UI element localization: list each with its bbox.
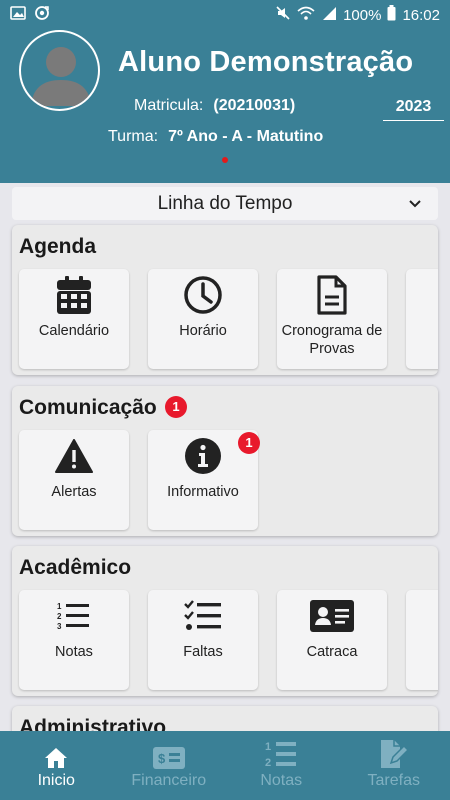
image-icon [10, 6, 26, 24]
section-title: Agenda [19, 235, 97, 258]
partial-card[interactable] [406, 269, 438, 369]
svg-text:1: 1 [265, 741, 271, 753]
clock-icon [148, 275, 258, 315]
nav-label: Tarefas [367, 772, 420, 789]
turma: Turma: 7º Ano - A - Matutino [108, 128, 323, 146]
cronograma-provas-label: Cronograma de Provas [281, 323, 383, 357]
horario-button[interactable]: Horário [148, 269, 258, 369]
nav-notas[interactable]: 1 2 Notas [225, 731, 338, 800]
battery-icon [387, 5, 396, 25]
svg-text:1: 1 [57, 602, 62, 611]
nav-label: Notas [260, 772, 303, 789]
partial-card[interactable] [406, 590, 438, 690]
informativo-button[interactable]: Informativo 1 [148, 430, 260, 530]
section-agenda: Agenda Calendário Horário Cronograma de … [12, 225, 438, 375]
section-academico: Acadêmico 1 2 3 Notas Faltas Catraca [12, 546, 438, 696]
timeline-dropdown[interactable]: Linha do Tempo [12, 187, 438, 220]
profile-header: Aluno Demonstração Matricula: (20210031) … [0, 30, 450, 183]
catraca-button[interactable]: Catraca [277, 590, 387, 690]
id-card-icon [277, 596, 387, 636]
mute-icon [275, 5, 291, 25]
calendar-icon [19, 275, 129, 315]
catraca-label: Catraca [306, 644, 358, 660]
home-icon [0, 731, 113, 771]
student-name: Aluno Demonstração [118, 46, 414, 78]
nav-inicio[interactable]: Inicio [0, 731, 113, 800]
matricula: Matricula: (20210031) [134, 97, 295, 115]
sync-icon [34, 5, 50, 25]
nav-financeiro[interactable]: $ Financeiro [113, 731, 226, 800]
matricula-value: (20210031) [213, 97, 296, 114]
year-selector[interactable]: 2023 [383, 98, 444, 121]
notas-button[interactable]: 1 2 3 Notas [19, 590, 129, 690]
faltas-button[interactable]: Faltas [148, 590, 258, 690]
clock: 16:02 [402, 6, 440, 24]
warning-icon [19, 436, 129, 476]
svg-text:2: 2 [57, 612, 62, 621]
avatar[interactable] [19, 30, 100, 111]
file-edit-icon [338, 731, 450, 771]
status-bar: 100% 16:02 [0, 0, 450, 30]
chevron-down-icon [408, 195, 422, 217]
page-indicator-dot [222, 157, 228, 163]
turma-label: Turma: [108, 128, 159, 145]
numbered-list-icon: 1 2 3 [19, 596, 129, 636]
nav-label: Financeiro [131, 772, 207, 789]
battery-percent: 100% [343, 6, 382, 24]
document-icon [277, 275, 387, 315]
money-icon: $ [113, 731, 226, 771]
matricula-label: Matricula: [134, 97, 204, 114]
bottom-nav: Inicio $ Financeiro 1 2 Notas Tarefas [0, 731, 450, 800]
svg-text:$: $ [158, 751, 166, 766]
calendario-button[interactable]: Calendário [19, 269, 129, 369]
horario-label: Horário [179, 323, 227, 339]
notification-badge: 1 [238, 432, 260, 454]
signal-icon [321, 5, 337, 25]
turma-value: 7º Ano - A - Matutino [168, 128, 324, 145]
cronograma-provas-button[interactable]: Cronograma de Provas [277, 269, 387, 369]
nav-tarefas[interactable]: Tarefas [338, 731, 450, 800]
informativo-label: Informativo [167, 484, 239, 500]
notification-badge: 1 [165, 396, 187, 418]
notas-label: Notas [55, 644, 93, 660]
section-title: Acadêmico [19, 556, 132, 579]
faltas-label: Faltas [183, 644, 223, 660]
section-comunicacao: Comunicação 1 Alertas Informativo 1 [12, 386, 438, 536]
alertas-button[interactable]: Alertas [19, 430, 129, 530]
nav-label: Inicio [37, 772, 75, 789]
checklist-icon [148, 596, 258, 636]
svg-text:3: 3 [57, 622, 62, 631]
svg-text:2: 2 [265, 757, 271, 769]
numbered-list-icon: 1 2 [225, 731, 338, 771]
alertas-label: Alertas [51, 484, 97, 500]
calendario-label: Calendário [38, 323, 110, 339]
timeline-label: Linha do Tempo [157, 192, 293, 214]
section-title: Comunicação [19, 396, 157, 419]
wifi-icon [297, 5, 315, 25]
